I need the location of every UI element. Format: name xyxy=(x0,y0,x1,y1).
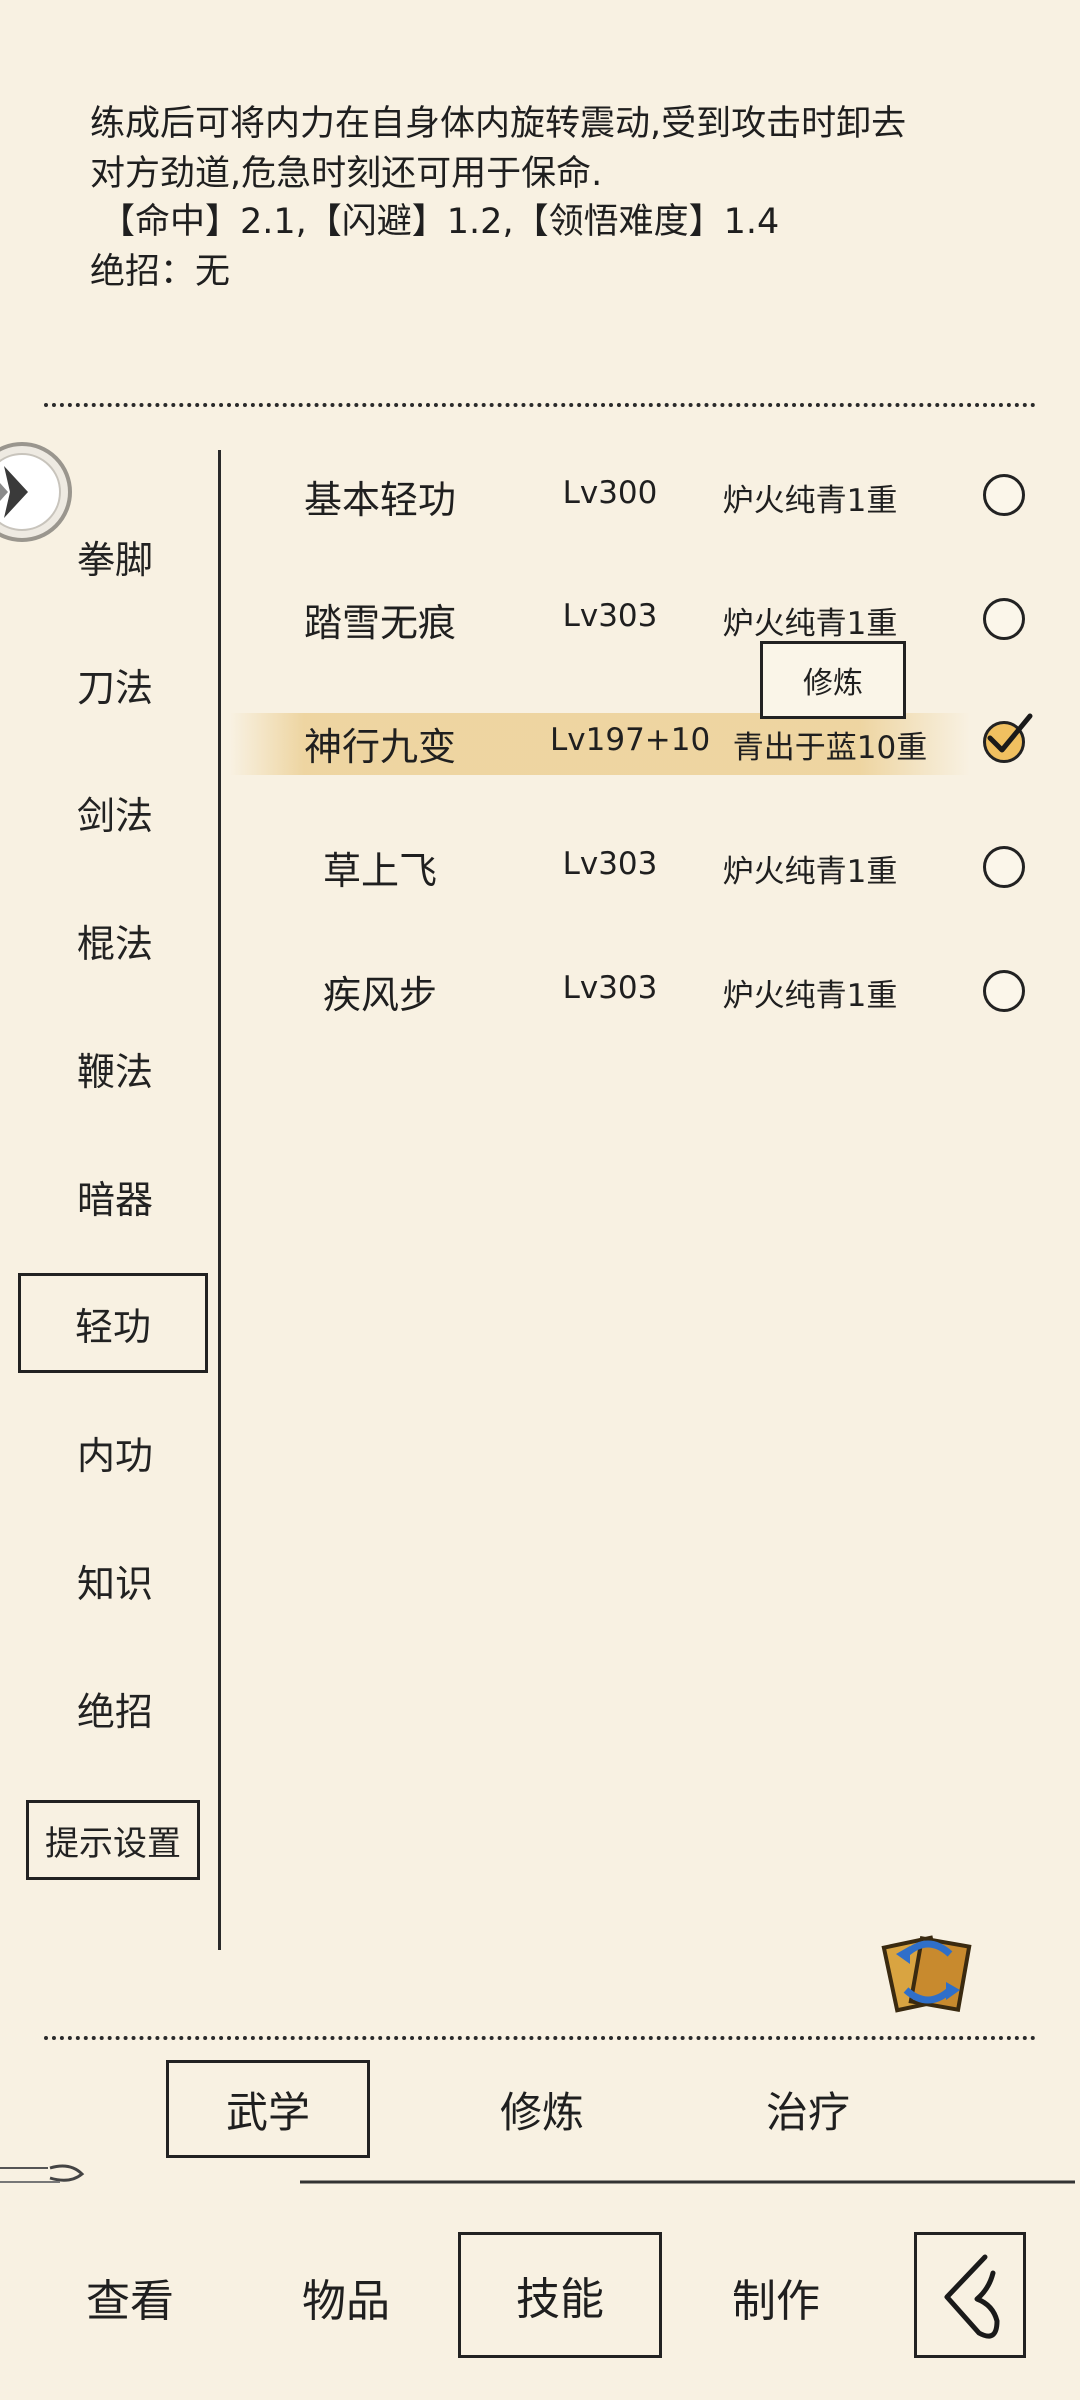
nav-items[interactable]: 物品 xyxy=(256,2242,436,2352)
nav-label: 物品 xyxy=(302,2276,390,2327)
sidebar-item-ultimate[interactable]: 绝招 xyxy=(20,1668,210,1748)
skill-level: Lv197+10 xyxy=(550,722,711,758)
skill-realm: 青出于蓝10重 xyxy=(732,730,928,766)
practice-popup-label: 修炼 xyxy=(803,666,863,701)
skill-row[interactable]: 草上飞 Lv303 炉火纯青1重 xyxy=(240,826,990,906)
sidebar-item-label: 绝招 xyxy=(76,1689,153,1734)
nav-view[interactable]: 查看 xyxy=(40,2242,220,2352)
skill-row[interactable]: 疾风步 Lv303 炉火纯青1重 xyxy=(240,950,990,1030)
skill-realm: 炉火纯青1重 xyxy=(722,606,898,642)
sidebar-item-whip[interactable]: 鞭法 xyxy=(20,1028,210,1108)
book-swap-icon xyxy=(881,1935,972,2013)
skill-select-radio[interactable] xyxy=(983,474,1025,516)
back-arrow-icon xyxy=(944,2254,1000,2339)
skill-stats: 【命中】2.1,【闪避】1.2,【领悟难度】1.4 xyxy=(100,202,780,242)
sidebar-item-sword[interactable]: 剑法 xyxy=(20,772,210,852)
tab-practice[interactable]: 修炼 xyxy=(440,2060,644,2158)
sidebar-item-label: 暗器 xyxy=(76,1177,153,1222)
skill-name: 踏雪无痕 xyxy=(303,601,456,645)
sidebar-item-label: 棍法 xyxy=(76,921,153,966)
decorative-brush-line xyxy=(0,2160,1080,2190)
hint-settings-button[interactable]: 提示设置 xyxy=(26,1800,200,1880)
skill-select-radio[interactable] xyxy=(983,970,1025,1012)
nav-craft[interactable]: 制作 xyxy=(686,2242,866,2352)
sidebar-item-knowledge[interactable]: 知识 xyxy=(20,1540,210,1620)
tab-label: 修炼 xyxy=(499,2087,584,2137)
hint-settings-label: 提示设置 xyxy=(45,1823,181,1864)
sidebar-item-label: 鞭法 xyxy=(76,1049,153,1094)
skill-name: 疾风步 xyxy=(322,973,437,1017)
nav-label: 查看 xyxy=(86,2276,174,2327)
sidebar-item-label: 轻功 xyxy=(74,1304,151,1349)
skill-ultimate: 绝招：无 xyxy=(90,252,231,292)
skill-name: 基本轻功 xyxy=(303,478,456,522)
skill-select-radio[interactable] xyxy=(983,846,1025,888)
tab-heal[interactable]: 治疗 xyxy=(706,2060,910,2158)
skill-description-line: 练成后可将内力在自身体内旋转震动,受到攻击时卸去 xyxy=(90,104,907,144)
skill-select-radio[interactable] xyxy=(983,713,1033,763)
skill-level: Lv300 xyxy=(562,475,658,511)
sidebar-item-staff[interactable]: 棍法 xyxy=(20,900,210,980)
sidebar-item-blade[interactable]: 刀法 xyxy=(20,644,210,724)
sidebar-item-lightness[interactable]: 轻功 xyxy=(18,1273,208,1373)
bottom-divider xyxy=(44,2036,1036,2040)
back-button[interactable] xyxy=(914,2232,1026,2358)
tab-label: 武学 xyxy=(225,2087,310,2137)
sidebar-item-fist[interactable]: 拳脚 xyxy=(20,516,210,596)
skill-realm: 炉火纯青1重 xyxy=(722,483,898,519)
sidebar-item-label: 刀法 xyxy=(76,665,153,710)
skill-realm: 炉火纯青1重 xyxy=(722,854,898,890)
book-swap-button[interactable] xyxy=(876,1920,980,2024)
nav-skills[interactable]: 技能 xyxy=(458,2232,662,2358)
skill-level: Lv303 xyxy=(562,846,658,882)
sidebar-item-label: 剑法 xyxy=(76,793,153,838)
skill-row[interactable]: 神行九变 Lv197+10 青出于蓝10重 xyxy=(240,702,990,782)
sidebar-item-label: 内功 xyxy=(76,1433,153,1478)
sidebar-item-label: 知识 xyxy=(76,1561,153,1606)
skill-level: Lv303 xyxy=(562,598,658,634)
skill-name: 草上飞 xyxy=(322,849,437,893)
sidebar-divider xyxy=(218,450,221,1950)
tab-martial-arts[interactable]: 武学 xyxy=(166,2060,370,2158)
skill-row[interactable]: 基本轻功 Lv300 炉火纯青1重 xyxy=(240,455,990,535)
sidebar-item-hidden-weapon[interactable]: 暗器 xyxy=(20,1156,210,1236)
top-divider xyxy=(44,403,1036,407)
tab-label: 治疗 xyxy=(765,2087,850,2137)
skill-level: Lv303 xyxy=(562,970,658,1006)
check-icon xyxy=(987,713,1033,753)
sidebar-item-inner-power[interactable]: 内功 xyxy=(20,1412,210,1492)
skill-realm: 炉火纯青1重 xyxy=(722,978,898,1014)
nav-label: 制作 xyxy=(732,2276,820,2327)
skill-name: 神行九变 xyxy=(303,725,456,769)
skill-description-line: 对方劲道,危急时刻还可用于保命. xyxy=(90,154,603,194)
skill-select-radio[interactable] xyxy=(983,598,1025,640)
nav-label: 技能 xyxy=(516,2274,604,2325)
sidebar-item-label: 拳脚 xyxy=(76,537,153,582)
